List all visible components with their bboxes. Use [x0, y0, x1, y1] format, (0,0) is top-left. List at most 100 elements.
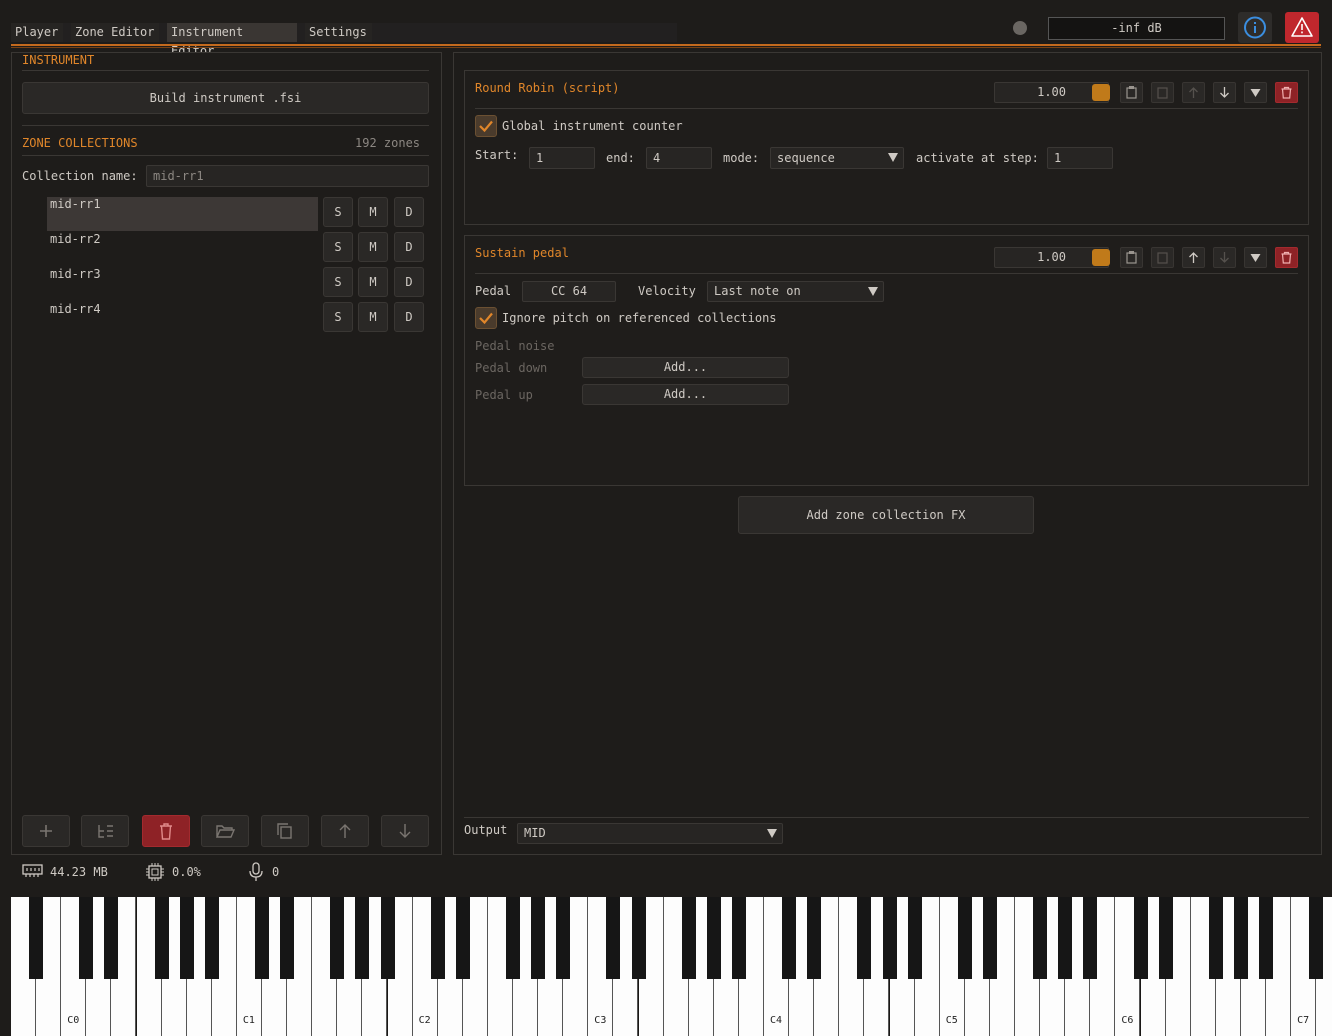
tab-instrument-editor[interactable]: Instrument Editor: [167, 23, 297, 58]
default-button[interactable]: D: [394, 302, 424, 332]
black-key[interactable]: [179, 897, 194, 979]
black-key[interactable]: [204, 897, 219, 979]
list-item[interactable]: mid-rr3: [50, 267, 101, 281]
start-input[interactable]: 1: [529, 147, 595, 169]
pedal-down-add-button[interactable]: Add...: [582, 357, 789, 378]
mode-select[interactable]: sequence: [770, 147, 904, 169]
mute-button[interactable]: M: [358, 267, 388, 297]
fx-move-up-button[interactable]: [1182, 82, 1205, 103]
black-key[interactable]: [531, 897, 546, 979]
build-instrument-button[interactable]: Build instrument .fsi: [22, 82, 429, 114]
black-key[interactable]: [1208, 897, 1223, 979]
end-input[interactable]: 4: [646, 147, 712, 169]
black-key[interactable]: [1058, 897, 1073, 979]
black-key[interactable]: [104, 897, 119, 979]
list-item[interactable]: mid-rr1: [50, 197, 101, 211]
solo-button[interactable]: S: [323, 302, 353, 332]
black-key[interactable]: [957, 897, 972, 979]
black-key[interactable]: [506, 897, 520, 979]
fx-move-down-button[interactable]: [1213, 247, 1236, 268]
black-key[interactable]: [1309, 897, 1324, 979]
fx-collapse-button[interactable]: [1244, 82, 1267, 103]
pedal-up-add-button[interactable]: Add...: [582, 384, 789, 405]
black-key[interactable]: [1158, 897, 1173, 979]
mute-button[interactable]: M: [358, 232, 388, 262]
level-meter: -inf dB: [1048, 17, 1225, 40]
open-folder-button[interactable]: [201, 815, 249, 847]
black-key[interactable]: [882, 897, 897, 979]
default-button[interactable]: D: [394, 232, 424, 262]
black-key[interactable]: [280, 897, 295, 979]
black-key[interactable]: [154, 897, 169, 979]
add-zone-collection-fx-button[interactable]: Add zone collection FX: [738, 496, 1034, 534]
duplicate-button[interactable]: [261, 815, 309, 847]
global-counter-checkbox[interactable]: [475, 115, 497, 137]
output-select[interactable]: MID: [517, 823, 783, 844]
fx-move-down-button[interactable]: [1213, 82, 1236, 103]
copy-fx-button[interactable]: [1120, 247, 1143, 268]
warning-button[interactable]: [1285, 12, 1319, 43]
arrow-down-icon: [1220, 252, 1229, 263]
tab-zone-editor[interactable]: Zone Editor: [71, 23, 159, 42]
black-key[interactable]: [255, 897, 269, 979]
tab-player[interactable]: Player: [11, 23, 63, 42]
move-down-button[interactable]: [381, 815, 429, 847]
pedal-cc-input[interactable]: CC 64: [522, 281, 616, 302]
black-key[interactable]: [681, 897, 696, 979]
black-key[interactable]: [1033, 897, 1048, 979]
paste-fx-button[interactable]: [1151, 247, 1174, 268]
black-key[interactable]: [1259, 897, 1273, 979]
default-button[interactable]: D: [394, 267, 424, 297]
black-key[interactable]: [1083, 897, 1098, 979]
black-key[interactable]: [731, 897, 746, 979]
copy-fx-button[interactable]: [1120, 82, 1143, 103]
fx-move-up-button[interactable]: [1182, 247, 1205, 268]
black-key[interactable]: [807, 897, 822, 979]
black-key[interactable]: [79, 897, 94, 979]
solo-button[interactable]: S: [323, 197, 353, 227]
black-key[interactable]: [857, 897, 872, 979]
fx-mix-handle[interactable]: [1092, 249, 1110, 266]
black-key[interactable]: [29, 897, 44, 979]
black-key[interactable]: [330, 897, 345, 979]
black-key[interactable]: [556, 897, 571, 979]
activate-step-input[interactable]: 1: [1047, 147, 1113, 169]
trash-icon: [1281, 251, 1292, 264]
black-key[interactable]: [1133, 897, 1148, 979]
black-key[interactable]: [606, 897, 621, 979]
velocity-select[interactable]: Last note on: [707, 281, 884, 302]
fx-delete-button[interactable]: [1275, 82, 1298, 103]
collection-name-input[interactable]: mid-rr1: [146, 165, 429, 187]
list-item[interactable]: mid-rr2: [50, 232, 101, 246]
black-key[interactable]: [455, 897, 470, 979]
black-key[interactable]: [907, 897, 922, 979]
solo-button[interactable]: S: [323, 267, 353, 297]
black-key[interactable]: [1233, 897, 1248, 979]
solo-button[interactable]: S: [323, 232, 353, 262]
piano-keyboard[interactable]: C0 C1 C2 C3 C4 C5 C6 C7: [11, 897, 1332, 1036]
default-button[interactable]: D: [394, 197, 424, 227]
chevron-down-icon: [868, 287, 878, 296]
list-item[interactable]: mid-rr4: [50, 302, 101, 316]
delete-collection-button[interactable]: [142, 815, 190, 847]
black-key[interactable]: [380, 897, 395, 979]
black-key[interactable]: [982, 897, 997, 979]
mute-button[interactable]: M: [358, 302, 388, 332]
tree-view-button[interactable]: [81, 815, 129, 847]
black-key[interactable]: [430, 897, 445, 979]
ignore-pitch-checkbox[interactable]: [475, 307, 497, 329]
black-key[interactable]: [782, 897, 797, 979]
fx-delete-button[interactable]: [1275, 247, 1298, 268]
mute-button[interactable]: M: [358, 197, 388, 227]
tab-settings[interactable]: Settings: [305, 23, 372, 42]
black-key[interactable]: [355, 897, 370, 979]
add-collection-button[interactable]: [22, 815, 70, 847]
black-key[interactable]: [706, 897, 721, 979]
collection-name-label: Collection name:: [22, 169, 138, 183]
black-key[interactable]: [631, 897, 646, 979]
paste-fx-button[interactable]: [1151, 82, 1174, 103]
fx-collapse-button[interactable]: [1244, 247, 1267, 268]
info-button[interactable]: [1238, 12, 1272, 43]
fx-mix-handle[interactable]: [1092, 84, 1110, 101]
move-up-button[interactable]: [321, 815, 369, 847]
